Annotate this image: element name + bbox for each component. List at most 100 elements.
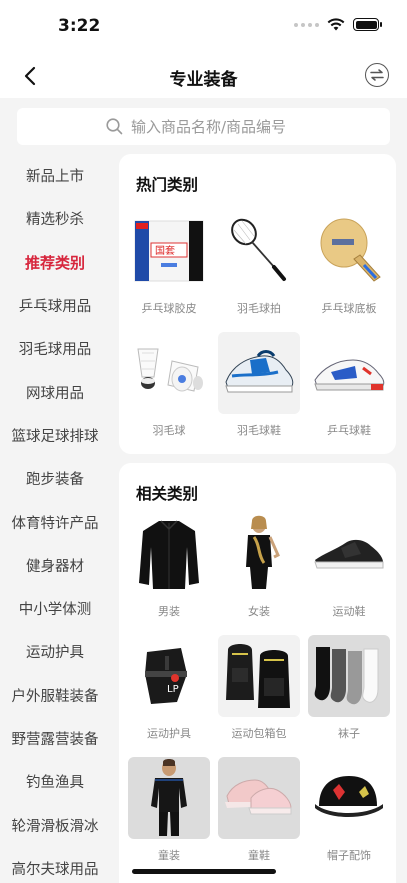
home-indicator	[132, 869, 276, 874]
battery-icon	[353, 18, 382, 31]
badminton-racket-icon	[218, 210, 300, 292]
search-input[interactable]	[131, 117, 301, 136]
category-tile-ping-pong-blade[interactable]: 乒乓球底板	[304, 210, 394, 332]
sneaker-icon	[308, 513, 390, 595]
category-tile-protective-gear[interactable]: LP 运动护具	[124, 635, 214, 757]
backpack-icon	[218, 635, 300, 717]
sidebar-item-label: 精选秒杀	[26, 212, 84, 229]
rubber-sheet-icon: 国套	[128, 210, 210, 292]
tile-label: 乒乓球鞋	[327, 424, 371, 437]
sidebar-item-label: 运动护具	[26, 645, 84, 662]
tile-label: 羽毛球拍	[237, 302, 281, 315]
tile-label: 运动护具	[147, 727, 191, 740]
tile-label: 羽毛球	[152, 424, 186, 437]
signal-dots-icon	[294, 22, 319, 27]
sidebar-item-label: 羽毛球用品	[18, 342, 92, 359]
tile-label: 乒乓球底板	[321, 302, 377, 315]
kids-wear-icon	[128, 757, 210, 839]
tile-label: 运动包箱包	[231, 727, 287, 740]
ping-pong-shoe-icon	[308, 332, 390, 414]
category-tile-bags[interactable]: 运动包箱包	[214, 635, 304, 757]
sidebar-item-label: 户外服鞋装备	[11, 688, 99, 705]
sidebar-item-label: 中小学体测	[18, 602, 92, 619]
search-area	[0, 98, 407, 154]
search-icon	[106, 118, 123, 135]
cap-icon	[308, 757, 390, 839]
sidebar-item-skating[interactable]: 轮滑滑板滑冰	[0, 803, 110, 846]
shuttlecock-icon	[128, 332, 210, 414]
status-icons	[294, 18, 382, 31]
sidebar-item-label: 跑步装备	[26, 472, 84, 489]
sidebar-item-label: 新品上市	[26, 169, 84, 186]
category-sidebar: 新品上市 精选秒杀 推荐类别 乒乓球用品 羽毛球用品 网球用品 篮球足球排球 跑…	[0, 154, 110, 883]
sidebar-item-ball-sports[interactable]: 篮球足球排球	[0, 414, 110, 457]
sidebar-item-label: 高尔夫球用品	[11, 861, 99, 878]
sidebar-item-licensed[interactable]: 体育特许产品	[0, 500, 110, 543]
sidebar-item-label: 轮滑滑板滑冰	[11, 818, 99, 835]
tile-label: 羽毛球鞋	[237, 424, 281, 437]
sidebar-item-label: 野营露营装备	[11, 732, 99, 748]
category-tile-ping-pong-rubber[interactable]: 国套 乒乓球胶皮	[124, 210, 214, 332]
hot-categories-grid: 国套 乒乓球胶皮 羽毛球拍 乒乓球底板 羽毛球 羽毛球鞋 乒乓球鞋	[124, 210, 394, 448]
knee-brace-icon: LP	[128, 635, 210, 717]
sidebar-item-flash-sale[interactable]: 精选秒杀	[0, 197, 110, 240]
sidebar-item-school-test[interactable]: 中小学体测	[0, 587, 110, 630]
status-bar: 3:22	[0, 0, 407, 56]
page-title: 专业装备	[169, 70, 238, 90]
sidebar-item-label: 体育特许产品	[11, 515, 99, 532]
category-tile-menswear[interactable]: 男装	[124, 513, 214, 635]
sidebar-item-outdoor-wear[interactable]: 户外服鞋装备	[0, 674, 110, 717]
sidebar-item-new-arrivals[interactable]: 新品上市	[0, 154, 110, 197]
category-tile-ping-pong-shoe[interactable]: 乒乓球鞋	[304, 332, 394, 448]
status-time: 3:22	[58, 16, 101, 36]
sidebar-item-label: 推荐类别	[24, 253, 85, 272]
tile-label: 女装	[248, 605, 270, 618]
sidebar-item-fishing[interactable]: 钓鱼渔具	[0, 760, 110, 803]
category-tile-shuttlecock[interactable]: 羽毛球	[124, 332, 214, 448]
search-box[interactable]	[17, 108, 390, 145]
category-tile-womenswear[interactable]: 女装	[214, 513, 304, 635]
sidebar-item-label: 乒乓球用品	[18, 299, 92, 316]
sidebar-item-label: 健身器材	[26, 558, 84, 575]
category-tile-sneakers[interactable]: 运动鞋	[304, 513, 394, 635]
hot-categories-title: 热门类别	[136, 176, 199, 194]
tile-label: 童装	[158, 849, 180, 862]
category-content: 热门类别 国套 乒乓球胶皮 羽毛球拍 乒乓球底板 羽毛球 羽毛球鞋 乒乓球鞋 相…	[119, 154, 396, 883]
category-tile-badminton-shoe[interactable]: 羽毛球鞋	[214, 332, 304, 448]
hot-categories-card: 热门类别 国套 乒乓球胶皮 羽毛球拍 乒乓球底板 羽毛球 羽毛球鞋 乒乓球鞋	[119, 154, 396, 454]
wifi-icon	[327, 18, 345, 31]
dress-icon	[218, 513, 300, 595]
category-tile-kids-wear[interactable]: 童装	[124, 757, 214, 879]
sidebar-item-recommended[interactable]: 推荐类别	[0, 241, 110, 284]
ping-pong-blade-icon	[308, 210, 390, 292]
sidebar-item-tennis[interactable]: 网球用品	[0, 370, 110, 413]
sidebar-item-label: 钓鱼渔具	[26, 775, 84, 792]
related-categories-grid: 男装 女装 运动鞋 LP 运动护具 运动包箱包 袜子 童装 童鞋 帽子配饰	[124, 513, 394, 879]
tile-label: 男装	[158, 605, 180, 618]
sidebar-item-running[interactable]: 跑步装备	[0, 457, 110, 500]
tile-label: 童鞋	[248, 849, 270, 862]
sidebar-item-camping[interactable]: 野营露营装备	[0, 717, 110, 760]
socks-icon	[308, 635, 390, 717]
jacket-icon	[128, 513, 210, 595]
sidebar-item-label: 篮球足球排球	[11, 428, 99, 445]
sidebar-item-fitness[interactable]: 健身器材	[0, 544, 110, 587]
category-tile-caps[interactable]: 帽子配饰	[304, 757, 394, 879]
tile-label: 帽子配饰	[327, 849, 371, 862]
related-categories-card: 相关类别 男装 女装 运动鞋 LP 运动护具 运动包箱包 袜子 童装 童鞋 帽子…	[119, 463, 396, 883]
tile-label: 乒乓球胶皮	[141, 302, 197, 315]
svg-text:LP: LP	[167, 684, 179, 695]
category-tile-socks[interactable]: 袜子	[304, 635, 394, 757]
category-tile-kids-shoes[interactable]: 童鞋	[214, 757, 304, 879]
sidebar-item-badminton[interactable]: 羽毛球用品	[0, 327, 110, 370]
tile-label: 运动鞋	[332, 605, 366, 618]
kids-shoe-icon	[218, 757, 300, 839]
sidebar-item-golf[interactable]: 高尔夫球用品	[0, 847, 110, 883]
category-tile-badminton-racket[interactable]: 羽毛球拍	[214, 210, 304, 332]
sidebar-item-protective-gear[interactable]: 运动护具	[0, 630, 110, 673]
switch-view-button[interactable]	[365, 63, 389, 87]
swap-arrows-icon	[370, 69, 384, 81]
badminton-shoe-icon	[218, 332, 300, 414]
nav-bar: 专业装备	[0, 56, 407, 98]
sidebar-item-table-tennis[interactable]: 乒乓球用品	[0, 284, 110, 327]
